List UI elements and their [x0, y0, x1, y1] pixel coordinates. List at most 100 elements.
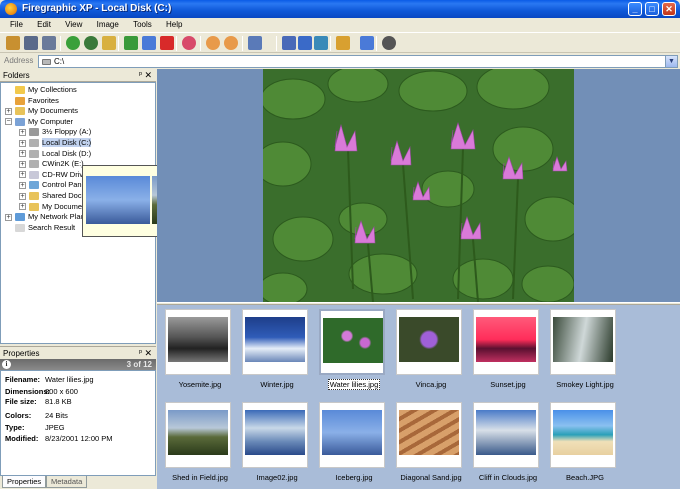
tree-expander[interactable]: + — [19, 192, 26, 200]
toolbar-separator — [276, 36, 277, 51]
thumbnail-item[interactable]: Winter.jpg — [238, 309, 308, 389]
thumbnail-filename: Vinca.jpg — [415, 380, 447, 389]
info-icon[interactable] — [382, 36, 396, 50]
rotate-right-icon[interactable] — [224, 36, 238, 50]
thumbnail-filename: Water lilies.jpg — [327, 379, 381, 390]
thumbnail-item[interactable]: Beach.JPG — [546, 402, 616, 482]
tree-item[interactable]: CWin2K (E:) — [29, 159, 84, 169]
tree-expander[interactable]: + — [5, 107, 12, 115]
view-mode-icon[interactable] — [248, 36, 262, 50]
maximize-button[interactable]: □ — [645, 2, 659, 16]
property-key: Modified: — [5, 434, 39, 443]
address-dropdown-button[interactable]: ▼ — [665, 56, 677, 67]
copy-icon[interactable] — [142, 36, 156, 50]
tree-item[interactable]: My Documents — [15, 106, 78, 116]
thumbnail-image — [168, 317, 228, 362]
thumbnail-item[interactable]: Smokey Light.jpg — [546, 309, 616, 389]
menu-edit[interactable]: Edit — [31, 18, 57, 32]
tree-expander[interactable]: + — [19, 171, 26, 179]
folders-close-button[interactable]: ✕ — [144, 70, 152, 81]
folders-title: Folders — [3, 71, 30, 80]
compare-icon[interactable] — [360, 36, 374, 50]
properties-close-button[interactable]: ✕ — [144, 348, 152, 359]
thumbnail-item[interactable]: Iceberg.jpg — [315, 402, 385, 482]
tree-item-label: My Documen — [42, 201, 87, 211]
tree-expander[interactable]: − — [5, 118, 12, 126]
menu-file[interactable]: File — [4, 18, 29, 32]
thumbnail-item[interactable]: Vinca.jpg — [392, 309, 462, 389]
thumbnail-frame — [396, 309, 462, 375]
thumbnail-item[interactable]: Diagonal Sand.jpg — [392, 402, 462, 482]
thumbnail-filename: Beach.JPG — [566, 473, 604, 482]
thumbnail-item[interactable]: Sunset.jpg — [469, 309, 539, 389]
tree-item[interactable]: My Documen — [29, 202, 86, 212]
edit-icon[interactable] — [336, 36, 350, 50]
tree-item[interactable]: Local Disk (D:) — [29, 149, 91, 159]
toolbar-separator — [200, 36, 201, 51]
menu-help[interactable]: Help — [160, 18, 188, 32]
pin-icon[interactable]: ᵖ — [139, 348, 142, 357]
properties-icon[interactable] — [6, 36, 20, 50]
tree-item-label: 3½ Floppy (A:) — [42, 127, 92, 137]
thumbnail-filename: Iceberg.jpg — [335, 473, 373, 482]
print-icon[interactable] — [42, 36, 56, 50]
tree-item[interactable]: Control Pane — [29, 180, 86, 190]
delete-icon[interactable] — [160, 36, 174, 50]
tree-expander[interactable]: + — [19, 128, 26, 136]
tree-item[interactable]: My Collections — [15, 85, 77, 95]
menu-image[interactable]: Image — [91, 18, 125, 32]
forward-icon[interactable] — [84, 36, 98, 50]
thumbnail-frame — [473, 309, 539, 375]
fullscreen-icon[interactable] — [298, 36, 312, 50]
thumbnail-filename: Winter.jpg — [260, 380, 294, 389]
tab-properties[interactable]: Properties — [2, 476, 47, 488]
thumbnail-item[interactable]: Yosemite.jpg — [161, 309, 231, 389]
tree-item[interactable]: Local Disk (C:) — [29, 138, 92, 148]
tree-expander[interactable]: + — [5, 213, 12, 221]
tree-item[interactable]: CD-RW Drive — [29, 170, 87, 180]
tree-item[interactable]: Shared Docu — [29, 191, 86, 201]
folder-icon — [29, 192, 39, 201]
close-button[interactable]: ✕ — [662, 2, 676, 16]
tree-expander[interactable]: + — [19, 150, 26, 158]
preview-image[interactable] — [263, 69, 574, 302]
thumbnail-grid: Yosemite.jpg Winter.jpg Water lilies.jpg Vi… — [157, 305, 680, 489]
tree-expander[interactable]: + — [19, 139, 26, 147]
thumbnail-item[interactable]: Image02.jpg — [238, 402, 308, 482]
properties-status-bar: i 3 of 12 — [0, 359, 156, 370]
drive-icon — [42, 59, 51, 65]
tree-item[interactable]: Favorites — [15, 96, 59, 106]
save-icon[interactable] — [24, 36, 38, 50]
favorites-icon[interactable] — [182, 36, 196, 50]
back-icon[interactable] — [66, 36, 80, 50]
pin-icon[interactable]: ᵖ — [139, 70, 142, 79]
thumbnail-item[interactable]: Water lilies.jpg — [315, 309, 385, 390]
menu-view[interactable]: View — [59, 18, 88, 32]
tree-expander[interactable]: + — [19, 160, 26, 168]
thumbnail-item[interactable]: Shed in Field.jpg — [161, 402, 231, 482]
tree-expander[interactable]: + — [19, 203, 26, 211]
slideshow-icon[interactable] — [314, 36, 328, 50]
tree-item-label: Local Disk (C:) — [42, 138, 92, 147]
thumbnail-item[interactable]: Cliff in Clouds.jpg — [469, 402, 539, 482]
thumbnail-frame — [473, 402, 539, 468]
menu-tools[interactable]: Tools — [127, 18, 158, 32]
address-input[interactable]: C:\ ▼ — [38, 55, 678, 68]
folder-icon — [29, 202, 39, 211]
image-counter: 3 of 12 — [126, 360, 152, 369]
tree-item[interactable]: My Network Plac — [15, 212, 84, 222]
info-icon: i — [2, 360, 11, 369]
rotate-left-icon[interactable] — [206, 36, 220, 50]
toolbar-separator — [376, 36, 377, 51]
select-icon[interactable] — [282, 36, 296, 50]
image-preview-pane — [157, 69, 680, 302]
up-folder-icon[interactable] — [102, 36, 116, 50]
move-icon[interactable] — [124, 36, 138, 50]
tree-item[interactable]: 3½ Floppy (A:) — [29, 127, 91, 137]
tab-metadata[interactable]: Metadata — [46, 476, 88, 488]
tree-item[interactable]: My Computer — [15, 117, 73, 127]
tree-item[interactable]: Search Result — [15, 223, 75, 233]
property-row: File size: 81.8 KB — [5, 397, 72, 406]
minimize-button[interactable]: _ — [628, 2, 642, 16]
tree-expander[interactable]: + — [19, 181, 26, 189]
